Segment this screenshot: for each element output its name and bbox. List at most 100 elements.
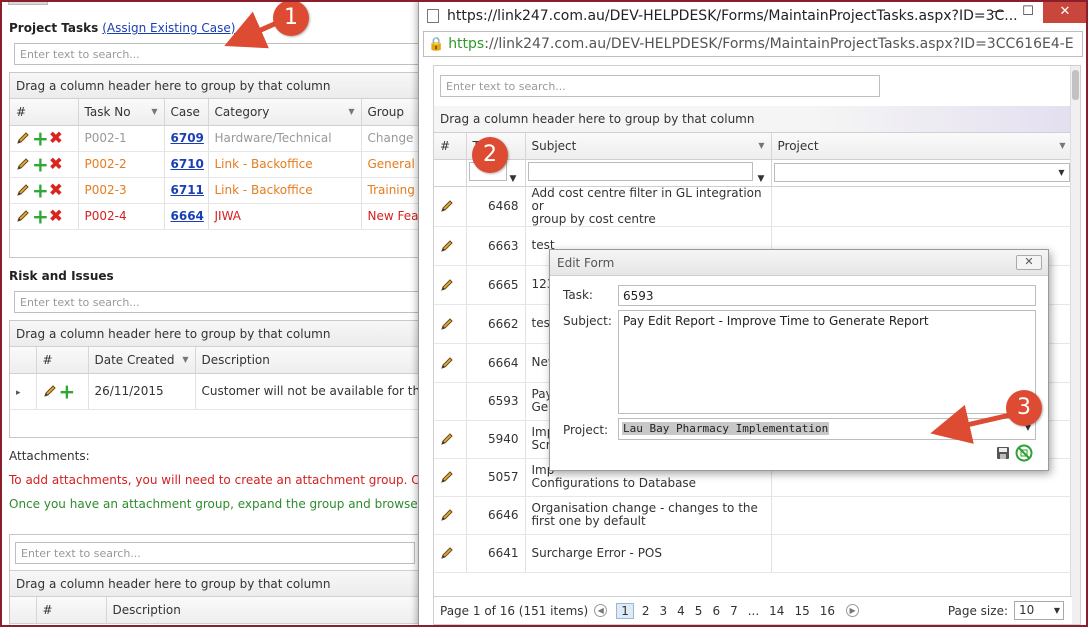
- case-cell[interactable]: 6709: [164, 125, 209, 152]
- task-cell: 6641: [466, 534, 526, 573]
- edit-pencil-icon[interactable]: [440, 239, 454, 253]
- col-header-number[interactable]: #: [10, 99, 79, 126]
- task-field[interactable]: 6593: [618, 285, 1036, 306]
- col-header-category[interactable]: Category ▼: [208, 99, 362, 126]
- col-header-task-no[interactable]: Task No ▼: [78, 99, 165, 126]
- assign-existing-case-link[interactable]: (Assign Existing Case): [102, 21, 235, 35]
- tasks-search-input[interactable]: Enter text to search...: [440, 75, 880, 97]
- case-cell[interactable]: 6710: [164, 151, 209, 178]
- minimize-button[interactable]: —: [983, 1, 1013, 23]
- filter-icon[interactable]: ▼: [510, 174, 517, 184]
- edit-pencil-icon[interactable]: [440, 278, 454, 292]
- case-link[interactable]: 6711: [171, 183, 204, 197]
- page-button-14[interactable]: 14: [769, 604, 784, 618]
- edit-pencil-icon[interactable]: [16, 131, 30, 145]
- save-disk-icon[interactable]: [996, 446, 1010, 460]
- page-button-4[interactable]: 4: [677, 604, 685, 618]
- filter-icon[interactable]: ▼: [758, 141, 764, 150]
- scrollbar-thumb[interactable]: [1072, 70, 1079, 100]
- save-button[interactable]: [996, 446, 1010, 463]
- page-button-3[interactable]: 3: [660, 604, 668, 618]
- edit-pencil-icon[interactable]: [440, 356, 454, 370]
- project-dropdown[interactable]: Lau Bay Pharmacy Implementation ▼: [618, 418, 1036, 440]
- risk-search-input[interactable]: Enter text to search...: [14, 291, 420, 313]
- attachments-search-input[interactable]: Enter text to search...: [15, 542, 415, 564]
- vertical-scrollbar[interactable]: [1070, 66, 1080, 624]
- expand-arrow-icon[interactable]: ▸: [16, 388, 21, 398]
- page-size-select[interactable]: 10: [1014, 601, 1064, 620]
- close-window-button[interactable]: ✕: [1043, 1, 1087, 23]
- next-page-icon[interactable]: ▶: [846, 604, 860, 617]
- project-filter-dropdown[interactable]: ▼: [773, 163, 1070, 182]
- maximize-button[interactable]: ☐: [1013, 1, 1043, 23]
- case-link[interactable]: 6709: [171, 131, 204, 145]
- case-cell[interactable]: 6711: [164, 177, 209, 204]
- add-icon[interactable]: +: [59, 379, 76, 403]
- edit-pencil-icon[interactable]: [16, 183, 30, 197]
- col-header-expand: [10, 347, 37, 374]
- col-header-project[interactable]: Project ▼: [771, 133, 1073, 160]
- subject-textarea[interactable]: Pay Edit Report - Improve Time to Genera…: [618, 310, 1036, 414]
- project-cell: [771, 496, 1073, 535]
- case-link[interactable]: 6710: [171, 157, 204, 171]
- edit-pencil-icon[interactable]: [440, 470, 454, 484]
- col-header-number[interactable]: #: [434, 133, 467, 160]
- tab-strip[interactable]: [8, 0, 48, 5]
- project-tasks-search-input[interactable]: Enter text to search...: [14, 43, 420, 65]
- page-button-6[interactable]: 6: [712, 604, 720, 618]
- prev-page-icon[interactable]: ◀: [594, 604, 608, 617]
- window-titlebar[interactable]: https://link247.com.au/DEV-HELPDESK/Form…: [419, 1, 1087, 31]
- page-button-2[interactable]: 2: [642, 604, 650, 618]
- add-icon[interactable]: +: [32, 152, 49, 176]
- col-header-subject[interactable]: Subject ▼: [525, 133, 772, 160]
- add-icon[interactable]: +: [32, 178, 49, 202]
- page-button-15[interactable]: 15: [794, 604, 809, 618]
- risk-issues-heading: Risk and Issues: [9, 269, 114, 283]
- edit-pencil-icon[interactable]: [440, 317, 454, 331]
- page-button-1[interactable]: 1: [616, 602, 634, 619]
- row-actions: [434, 496, 467, 535]
- col-header-number[interactable]: #: [36, 347, 89, 374]
- case-link[interactable]: 6664: [171, 209, 204, 223]
- delete-icon[interactable]: ✖: [49, 128, 63, 148]
- page-button-7[interactable]: 7: [730, 604, 738, 618]
- cancel-button[interactable]: [1015, 444, 1033, 465]
- close-dialog-button[interactable]: ✕: [1016, 255, 1042, 270]
- edit-pencil-icon[interactable]: [43, 384, 57, 398]
- subject-filter-input[interactable]: [527, 161, 753, 181]
- group-by-bar[interactable]: Drag a column header here to group by th…: [10, 321, 420, 347]
- delete-icon[interactable]: ✖: [49, 180, 63, 200]
- edit-pencil-icon[interactable]: [440, 546, 454, 560]
- col-header-date-created[interactable]: Date Created ▼: [88, 347, 196, 374]
- col-header-number[interactable]: #: [36, 597, 107, 624]
- page-button-5[interactable]: 5: [695, 604, 703, 618]
- expand-cell[interactable]: ▸: [10, 373, 37, 410]
- filter-icon[interactable]: ▼: [1059, 141, 1065, 150]
- delete-icon[interactable]: ✖: [49, 154, 63, 174]
- edit-pencil-icon[interactable]: [440, 199, 454, 213]
- filter-icon[interactable]: ▼: [151, 107, 157, 116]
- edit-pencil-icon[interactable]: [440, 432, 454, 446]
- add-icon[interactable]: +: [32, 126, 49, 150]
- edit-pencil-icon[interactable]: [440, 508, 454, 522]
- group-by-bar[interactable]: Drag a column header here to group by th…: [10, 571, 420, 597]
- filter-icon[interactable]: ▼: [182, 355, 188, 364]
- cancel-circle-icon[interactable]: [1015, 444, 1033, 462]
- edit-pencil-icon[interactable]: [16, 157, 30, 171]
- col-header-description[interactable]: Description: [106, 597, 420, 624]
- col-header-case[interactable]: Case: [164, 99, 209, 126]
- delete-icon[interactable]: ✖: [49, 206, 63, 226]
- edit-pencil-icon[interactable]: [16, 209, 30, 223]
- col-header-description[interactable]: Description: [195, 347, 420, 374]
- group-by-bar[interactable]: Drag a column header here to group by th…: [10, 73, 420, 99]
- filter-icon[interactable]: ▼: [348, 107, 354, 116]
- col-header-group[interactable]: Group: [361, 99, 420, 126]
- page-ellipsis[interactable]: ...: [748, 604, 759, 618]
- add-icon[interactable]: +: [32, 204, 49, 228]
- edit-form-header[interactable]: Edit Form ✕: [550, 250, 1048, 276]
- address-bar[interactable]: 🔒 https://link247.com.au/DEV-HELPDESK/Fo…: [423, 31, 1083, 57]
- group-by-bar[interactable]: Drag a column header here to group by th…: [434, 106, 1072, 133]
- filter-funnel-icon[interactable]: ▼: [758, 174, 765, 184]
- case-cell[interactable]: 6664: [164, 203, 209, 230]
- page-button-16[interactable]: 16: [820, 604, 835, 618]
